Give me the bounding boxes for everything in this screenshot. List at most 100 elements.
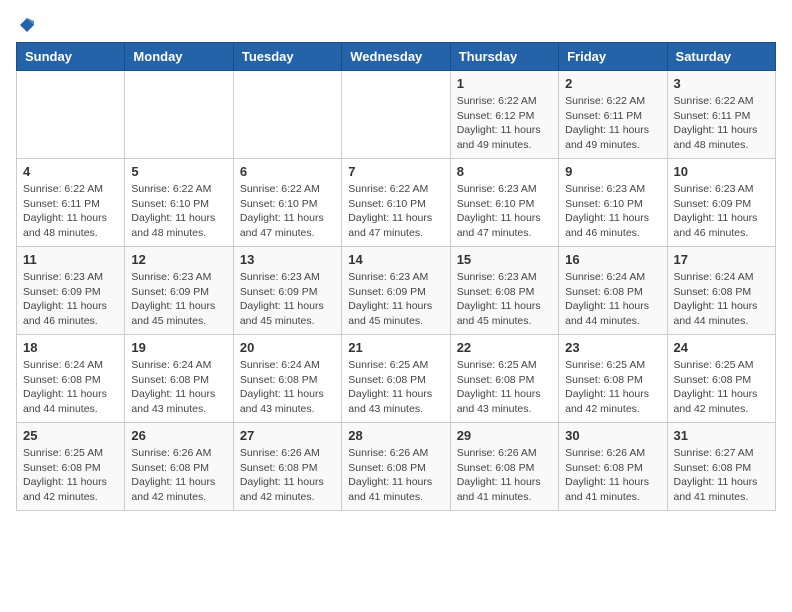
day-number: 22 xyxy=(457,340,552,355)
day-number: 15 xyxy=(457,252,552,267)
day-number: 21 xyxy=(348,340,443,355)
day-info: Sunrise: 6:22 AM Sunset: 6:10 PM Dayligh… xyxy=(348,182,443,241)
calendar-cell: 27 Sunrise: 6:26 AM Sunset: 6:08 PM Dayli… xyxy=(233,423,341,511)
calendar-cell: 9 Sunrise: 6:23 AM Sunset: 6:10 PM Daylig… xyxy=(559,159,667,247)
day-number: 19 xyxy=(131,340,226,355)
calendar-cell xyxy=(17,71,125,159)
weekday-header-saturday: Saturday xyxy=(667,43,775,71)
weekday-header-thursday: Thursday xyxy=(450,43,558,71)
day-info: Sunrise: 6:23 AM Sunset: 6:10 PM Dayligh… xyxy=(457,182,552,241)
day-number: 13 xyxy=(240,252,335,267)
calendar-cell: 23 Sunrise: 6:25 AM Sunset: 6:08 PM Dayli… xyxy=(559,335,667,423)
calendar-cell: 20Sunrise: 6:24 AM Sunset: 6:08 PM Dayli… xyxy=(233,335,341,423)
calendar-cell: 18Sunrise: 6:24 AM Sunset: 6:08 PM Dayli… xyxy=(17,335,125,423)
day-number: 11 xyxy=(23,252,118,267)
day-info: Sunrise: 6:23 AM Sunset: 6:09 PM Dayligh… xyxy=(23,270,118,329)
day-number: 24 xyxy=(674,340,769,355)
page-header xyxy=(16,16,776,30)
calendar-cell: 22 Sunrise: 6:25 AM Sunset: 6:08 PM Dayli… xyxy=(450,335,558,423)
day-info: Sunrise: 6:26 AM Sunset: 6:08 PM Dayligh… xyxy=(457,446,552,505)
logo-icon xyxy=(18,16,36,34)
day-info: Sunrise: 6:24 AM Sunset: 6:08 PM Dayligh… xyxy=(131,358,226,417)
calendar-cell: 6 Sunrise: 6:22 AM Sunset: 6:10 PM Daylig… xyxy=(233,159,341,247)
day-info: Sunrise: 6:25 AM Sunset: 6:08 PM Dayligh… xyxy=(23,446,118,505)
day-info: Sunrise: 6:22 AM Sunset: 6:11 PM Dayligh… xyxy=(674,94,769,153)
weekday-header-sunday: Sunday xyxy=(17,43,125,71)
day-number: 1 xyxy=(457,76,552,91)
day-number: 14 xyxy=(348,252,443,267)
day-info: Sunrise: 6:27 AM Sunset: 6:08 PM Dayligh… xyxy=(674,446,769,505)
day-info: Sunrise: 6:25 AM Sunset: 6:08 PM Dayligh… xyxy=(674,358,769,417)
day-info: Sunrise: 6:26 AM Sunset: 6:08 PM Dayligh… xyxy=(348,446,443,505)
day-number: 4 xyxy=(23,164,118,179)
day-number: 7 xyxy=(348,164,443,179)
calendar-week-row: 1 Sunrise: 6:22 AM Sunset: 6:12 PM Daylig… xyxy=(17,71,776,159)
day-number: 26 xyxy=(131,428,226,443)
day-number: 28 xyxy=(348,428,443,443)
logo xyxy=(16,16,36,30)
calendar-cell: 24 Sunrise: 6:25 AM Sunset: 6:08 PM Dayli… xyxy=(667,335,775,423)
day-info: Sunrise: 6:26 AM Sunset: 6:08 PM Dayligh… xyxy=(240,446,335,505)
day-number: 9 xyxy=(565,164,660,179)
weekday-header-row: SundayMondayTuesdayWednesdayThursdayFrid… xyxy=(17,43,776,71)
calendar-cell: 5 Sunrise: 6:22 AM Sunset: 6:10 PM Daylig… xyxy=(125,159,233,247)
calendar-cell xyxy=(233,71,341,159)
calendar-cell: 16Sunrise: 6:24 AM Sunset: 6:08 PM Dayli… xyxy=(559,247,667,335)
day-info: Sunrise: 6:23 AM Sunset: 6:09 PM Dayligh… xyxy=(131,270,226,329)
day-info: Sunrise: 6:22 AM Sunset: 6:10 PM Dayligh… xyxy=(131,182,226,241)
day-number: 25 xyxy=(23,428,118,443)
calendar-cell: 12 Sunrise: 6:23 AM Sunset: 6:09 PM Dayli… xyxy=(125,247,233,335)
day-info: Sunrise: 6:22 AM Sunset: 6:12 PM Dayligh… xyxy=(457,94,552,153)
day-info: Sunrise: 6:23 AM Sunset: 6:09 PM Dayligh… xyxy=(240,270,335,329)
calendar-cell: 15 Sunrise: 6:23 AM Sunset: 6:08 PM Dayli… xyxy=(450,247,558,335)
day-number: 29 xyxy=(457,428,552,443)
day-info: Sunrise: 6:23 AM Sunset: 6:08 PM Dayligh… xyxy=(457,270,552,329)
calendar-cell: 14 Sunrise: 6:23 AM Sunset: 6:09 PM Dayli… xyxy=(342,247,450,335)
day-number: 31 xyxy=(674,428,769,443)
day-info: Sunrise: 6:26 AM Sunset: 6:08 PM Dayligh… xyxy=(131,446,226,505)
day-info: Sunrise: 6:23 AM Sunset: 6:10 PM Dayligh… xyxy=(565,182,660,241)
calendar-table: SundayMondayTuesdayWednesdayThursdayFrid… xyxy=(16,42,776,511)
weekday-header-monday: Monday xyxy=(125,43,233,71)
calendar-cell: 19 Sunrise: 6:24 AM Sunset: 6:08 PM Dayli… xyxy=(125,335,233,423)
day-info: Sunrise: 6:25 AM Sunset: 6:08 PM Dayligh… xyxy=(457,358,552,417)
calendar-cell: 30Sunrise: 6:26 AM Sunset: 6:08 PM Dayli… xyxy=(559,423,667,511)
day-number: 12 xyxy=(131,252,226,267)
calendar-week-row: 11 Sunrise: 6:23 AM Sunset: 6:09 PM Dayli… xyxy=(17,247,776,335)
weekday-header-wednesday: Wednesday xyxy=(342,43,450,71)
day-info: Sunrise: 6:24 AM Sunset: 6:08 PM Dayligh… xyxy=(23,358,118,417)
day-info: Sunrise: 6:25 AM Sunset: 6:08 PM Dayligh… xyxy=(348,358,443,417)
calendar-cell: 3 Sunrise: 6:22 AM Sunset: 6:11 PM Daylig… xyxy=(667,71,775,159)
calendar-week-row: 25 Sunrise: 6:25 AM Sunset: 6:08 PM Dayli… xyxy=(17,423,776,511)
calendar-cell xyxy=(342,71,450,159)
calendar-cell: 17Sunrise: 6:24 AM Sunset: 6:08 PM Dayli… xyxy=(667,247,775,335)
day-info: Sunrise: 6:22 AM Sunset: 6:10 PM Dayligh… xyxy=(240,182,335,241)
day-number: 16 xyxy=(565,252,660,267)
day-info: Sunrise: 6:25 AM Sunset: 6:08 PM Dayligh… xyxy=(565,358,660,417)
calendar-cell: 4 Sunrise: 6:22 AM Sunset: 6:11 PM Daylig… xyxy=(17,159,125,247)
day-info: Sunrise: 6:22 AM Sunset: 6:11 PM Dayligh… xyxy=(23,182,118,241)
calendar-week-row: 4 Sunrise: 6:22 AM Sunset: 6:11 PM Daylig… xyxy=(17,159,776,247)
day-info: Sunrise: 6:23 AM Sunset: 6:09 PM Dayligh… xyxy=(674,182,769,241)
day-info: Sunrise: 6:24 AM Sunset: 6:08 PM Dayligh… xyxy=(674,270,769,329)
day-number: 8 xyxy=(457,164,552,179)
day-number: 5 xyxy=(131,164,226,179)
calendar-cell: 25 Sunrise: 6:25 AM Sunset: 6:08 PM Dayli… xyxy=(17,423,125,511)
day-number: 6 xyxy=(240,164,335,179)
day-number: 2 xyxy=(565,76,660,91)
day-info: Sunrise: 6:26 AM Sunset: 6:08 PM Dayligh… xyxy=(565,446,660,505)
calendar-week-row: 18Sunrise: 6:24 AM Sunset: 6:08 PM Dayli… xyxy=(17,335,776,423)
calendar-cell: 31 Sunrise: 6:27 AM Sunset: 6:08 PM Dayli… xyxy=(667,423,775,511)
calendar-cell: 29 Sunrise: 6:26 AM Sunset: 6:08 PM Dayli… xyxy=(450,423,558,511)
calendar-cell: 8 Sunrise: 6:23 AM Sunset: 6:10 PM Daylig… xyxy=(450,159,558,247)
calendar-cell: 26 Sunrise: 6:26 AM Sunset: 6:08 PM Dayli… xyxy=(125,423,233,511)
calendar-cell: 11 Sunrise: 6:23 AM Sunset: 6:09 PM Dayli… xyxy=(17,247,125,335)
calendar-cell: 28 Sunrise: 6:26 AM Sunset: 6:08 PM Dayli… xyxy=(342,423,450,511)
day-number: 3 xyxy=(674,76,769,91)
calendar-cell: 13 Sunrise: 6:23 AM Sunset: 6:09 PM Dayli… xyxy=(233,247,341,335)
day-number: 10 xyxy=(674,164,769,179)
day-number: 27 xyxy=(240,428,335,443)
day-number: 23 xyxy=(565,340,660,355)
day-info: Sunrise: 6:23 AM Sunset: 6:09 PM Dayligh… xyxy=(348,270,443,329)
calendar-cell: 2Sunrise: 6:22 AM Sunset: 6:11 PM Daylig… xyxy=(559,71,667,159)
